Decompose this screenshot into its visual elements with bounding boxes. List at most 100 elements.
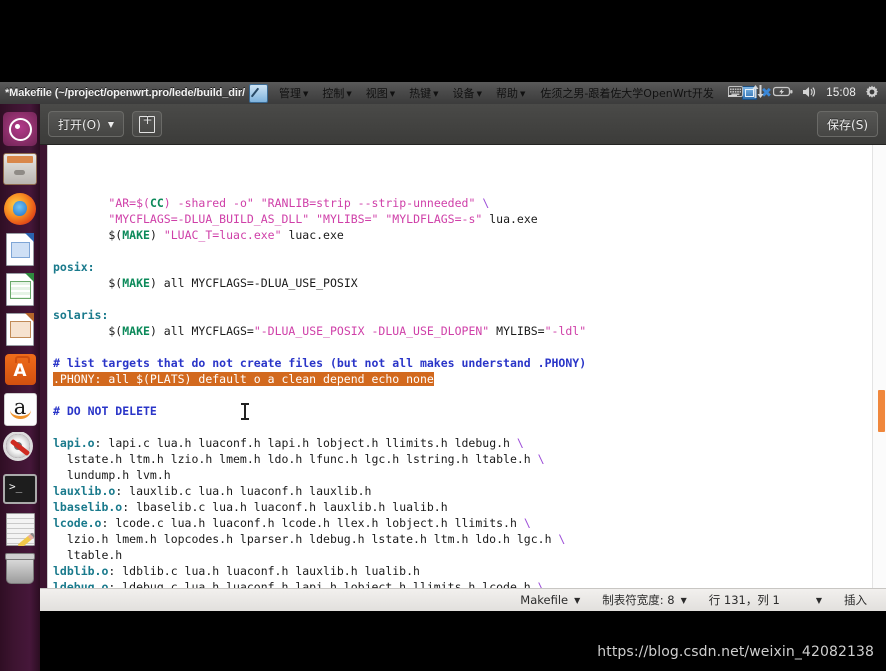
code-line: $(MAKE) "LUAC_T=luac.exe" luac.exe <box>53 227 886 243</box>
launcher-files[interactable] <box>3 152 37 186</box>
insert-mode-indicator[interactable]: 插入 <box>833 592 878 608</box>
code-token: "LUAC_T=luac.exe" <box>163 228 282 242</box>
vnc-menu-manage-label: 管理 <box>279 86 301 100</box>
code-token: ) -shared -o" <box>163 196 254 210</box>
vnc-menu-help[interactable]: 帮助 ▼ <box>489 84 532 103</box>
save-button-label: 保存(S) <box>827 117 868 132</box>
code-line: lstate.h ltm.h lzio.h lmem.h ldo.h lfunc… <box>53 451 886 467</box>
language-selector[interactable]: Makefile ▼ <box>509 593 591 607</box>
code-token: posix: <box>53 260 95 274</box>
launcher-software-center[interactable]: A <box>3 352 37 386</box>
vnc-remote-desktop-screen: *Makefile (~/project/openwrt.pro/lede/bu… <box>0 0 886 671</box>
impress-slides-icon <box>6 312 34 346</box>
code-token: \ <box>558 532 566 546</box>
code-line: lapi.o: lapi.c lua.h luaconf.h lapi.h lo… <box>53 435 886 451</box>
tab-width-label: 制表符宽度: 8 <box>602 593 675 607</box>
code-token: \ <box>516 436 524 450</box>
search-highlight: .PHONY: all $(PLATS) default o a clean d… <box>53 372 434 386</box>
desktop-bottom-area <box>40 611 886 671</box>
terminal-icon <box>3 474 37 504</box>
vnc-menu-hotkey[interactable]: 热键 ▼ <box>402 84 445 103</box>
code-token: \ <box>537 452 545 466</box>
code-token: : ldebug.c lua.h luaconf.h lapi.h lobjec… <box>108 580 538 588</box>
open-button-label: 打开(O) <box>58 117 101 132</box>
vnc-menu-control-label: 控制 <box>322 86 345 100</box>
battery-charging-icon[interactable] <box>773 86 793 100</box>
files-icon <box>3 153 37 185</box>
amazon-icon: a <box>3 392 37 426</box>
software-center-icon: A <box>4 353 36 385</box>
code-token: CC <box>149 196 164 210</box>
code-token: ldblib.o <box>53 564 109 578</box>
code-token: : lcode.c lua.h luaconf.h lcode.h llex.h… <box>101 516 524 530</box>
code-token: "-ldl" <box>544 324 587 338</box>
chevron-down-icon: ▼ <box>303 89 309 98</box>
volume-icon[interactable] <box>802 86 817 101</box>
save-button[interactable]: 保存(S) <box>817 111 878 137</box>
gedit-icon <box>5 512 35 546</box>
code-token: lbaselib.o <box>53 500 123 514</box>
gedit-headerbar: 打开(O) ▼ 保存(S) <box>40 104 886 145</box>
code-line: $(MAKE) all MYCFLAGS="-DLUA_USE_POSIX -D… <box>53 323 886 339</box>
code-token: lundump.h lvm.h <box>53 468 171 482</box>
open-button[interactable]: 打开(O) ▼ <box>48 111 124 137</box>
launcher-firefox[interactable] <box>3 192 37 226</box>
launcher-libreoffice-calc[interactable] <box>3 272 37 306</box>
code-line: lauxlib.o: lauxlib.c lua.h luaconf.h lau… <box>53 483 886 499</box>
chevron-down-icon: ▼ <box>389 89 396 98</box>
unity-launcher: A a <box>0 104 40 671</box>
clock[interactable]: 15:08 <box>826 87 856 99</box>
code-token: MAKE <box>122 228 150 242</box>
tab-width-selector[interactable]: 制表符宽度: 8 ▼ <box>591 592 698 608</box>
code-line: ldebug.o: ldebug.c lua.h luaconf.h lapi.… <box>53 579 886 588</box>
new-document-button[interactable] <box>131 111 162 137</box>
code-token: : lapi.c lua.h luaconf.h lapi.h lobject.… <box>94 436 517 450</box>
code-token: lua.exe <box>482 212 538 226</box>
launcher-text-editor[interactable] <box>3 512 37 546</box>
code-token: "MYCFLAGS=-DLUA_BUILD_AS_DLL" <box>108 212 310 226</box>
black-backdrop-top <box>0 0 886 82</box>
code-text-view[interactable]: "AR=$(CC) -shared -o" "RANLIB=strip --st… <box>48 145 886 588</box>
chevron-down-icon: ▼ <box>346 89 352 98</box>
launcher-libreoffice-writer[interactable] <box>3 232 37 266</box>
code-token: "-DLUA_USE_POSIX -DLUA_USE_DLOPEN" <box>253 324 490 338</box>
launcher-ubuntu-dash[interactable] <box>3 112 37 146</box>
code-line: lundump.h lvm.h <box>53 467 886 483</box>
code-token: "MYLIBS=" <box>316 212 379 226</box>
launcher-system-settings[interactable] <box>3 432 37 466</box>
code-line: # list targets that do not create files … <box>53 355 886 371</box>
code-token: MYLIBS= <box>489 324 545 338</box>
vertical-scrollbar[interactable] <box>872 145 886 588</box>
code-token: lauxlib.o <box>53 484 116 498</box>
code-token: lcode.o <box>53 516 102 530</box>
vnc-menubar: 管理 ▼ 控制 ▼ 视图 ▼ 热键 ▼ 设备 ▼ 帮助 ▼ <box>272 84 532 103</box>
launcher-amazon[interactable]: a <box>3 392 37 426</box>
launcher-trash[interactable] <box>3 552 37 586</box>
editor-left-margin <box>40 145 47 588</box>
code-line: $(MAKE) all MYCFLAGS=-DLUA_USE_POSIX <box>53 275 886 291</box>
keyboard-icon[interactable] <box>728 86 744 100</box>
pin-icon[interactable] <box>249 83 268 103</box>
vnc-menu-manage[interactable]: 管理 ▼ <box>272 84 315 103</box>
gear-icon[interactable] <box>865 85 879 102</box>
code-token: lapi.o <box>53 436 95 450</box>
launcher-terminal[interactable] <box>3 472 37 506</box>
cursor-position[interactable]: 行 131，列 1 ▼ <box>698 592 833 608</box>
code-token: \ <box>523 516 531 530</box>
gedit-window: 打开(O) ▼ 保存(S) "AR=$(CC) -shared -o" "RAN… <box>40 104 886 588</box>
vnc-menu-view[interactable]: 视图 ▼ <box>359 84 402 103</box>
code-line: lzio.h lmem.h lopcodes.h lparser.h ldebu… <box>53 531 886 547</box>
network-updown-icon[interactable] <box>752 85 764 101</box>
vnc-menu-control[interactable]: 控制 ▼ <box>315 84 358 103</box>
launcher-libreoffice-impress[interactable] <box>3 312 37 346</box>
watermark-url: https://blog.csdn.net/weixin_42082138 <box>597 644 874 660</box>
code-token: : lauxlib.c lua.h luaconf.h lauxlib.h <box>115 484 372 498</box>
vnc-menu-device[interactable]: 设备 ▼ <box>446 84 489 103</box>
scrollbar-search-mark <box>878 390 885 432</box>
